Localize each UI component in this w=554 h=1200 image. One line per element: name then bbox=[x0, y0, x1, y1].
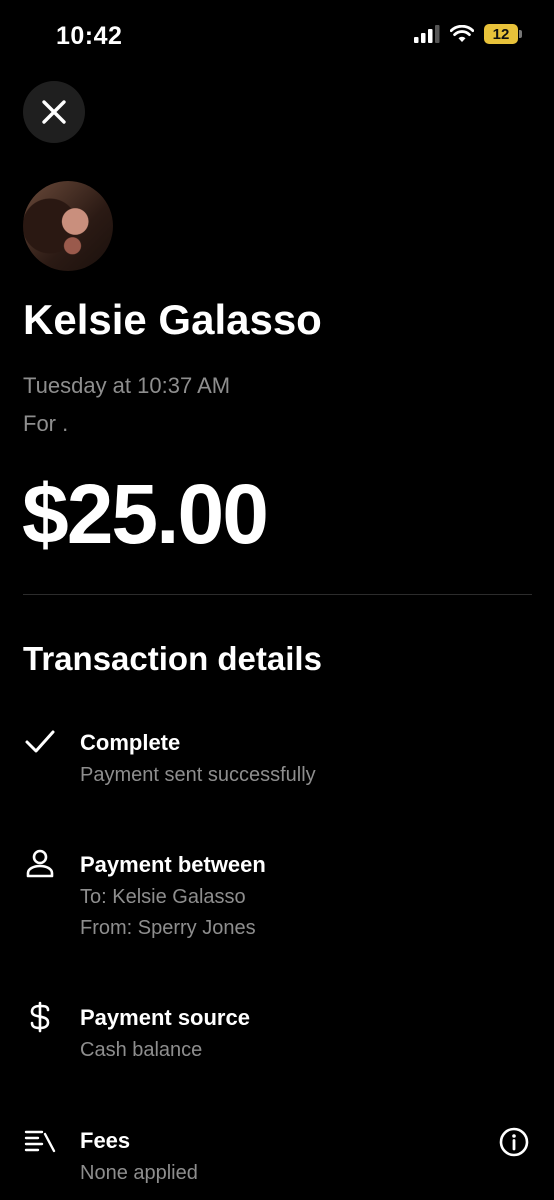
wifi-icon bbox=[450, 25, 474, 42]
detail-title: Payment source bbox=[80, 1005, 250, 1030]
person-icon bbox=[24, 848, 56, 880]
info-icon bbox=[499, 1127, 529, 1157]
payment-amount: $25.00 bbox=[22, 467, 269, 561]
battery-icon: 12 bbox=[484, 24, 522, 44]
close-icon bbox=[42, 100, 66, 124]
recipient-avatar[interactable] bbox=[23, 181, 113, 271]
status-time: 10:42 bbox=[56, 22, 123, 50]
status-icons: 12 bbox=[414, 24, 522, 44]
detail-title: Complete bbox=[80, 730, 181, 755]
fees-info-button[interactable] bbox=[498, 1126, 530, 1158]
transaction-note: For . bbox=[23, 411, 69, 436]
detail-title: Payment between bbox=[80, 852, 266, 877]
detail-line: Payment sent successfully bbox=[80, 764, 316, 786]
signal-icon bbox=[414, 25, 440, 43]
close-button[interactable] bbox=[23, 81, 85, 143]
fees-icon bbox=[24, 1124, 56, 1156]
recipient-name: Kelsie Galasso bbox=[23, 296, 322, 343]
section-title: Transaction details bbox=[23, 640, 322, 677]
check-icon bbox=[24, 726, 56, 758]
transaction-datetime: Tuesday at 10:37 AM bbox=[23, 373, 231, 398]
status-bar: 10:42 12 bbox=[0, 0, 554, 70]
detail-line: To: Kelsie Galasso bbox=[80, 886, 246, 908]
dollar-icon bbox=[24, 1001, 56, 1033]
battery-level: 12 bbox=[492, 25, 510, 43]
detail-line: None applied bbox=[80, 1162, 198, 1184]
detail-title: Fees bbox=[80, 1128, 131, 1153]
detail-line: Cash balance bbox=[80, 1039, 203, 1061]
divider bbox=[23, 594, 532, 595]
detail-line: From: Sperry Jones bbox=[80, 917, 256, 939]
